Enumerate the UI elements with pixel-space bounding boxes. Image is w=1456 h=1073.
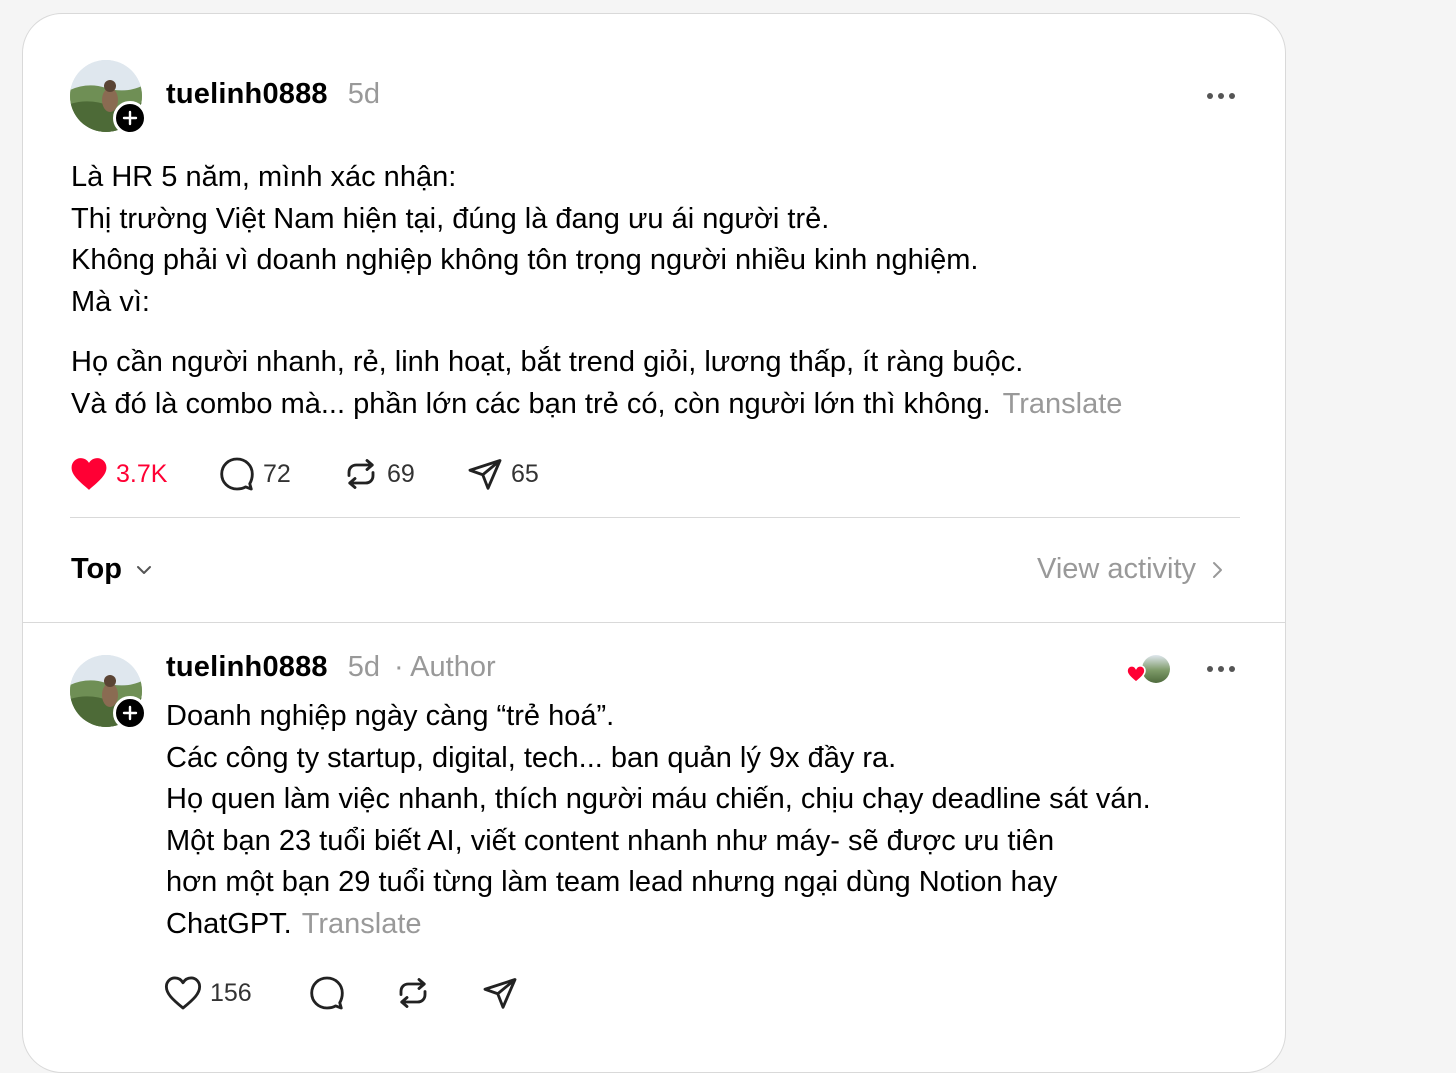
section-divider (23, 622, 1285, 623)
reply-more-options-icon[interactable] (1207, 666, 1235, 672)
reply-line: hơn một bạn 29 tuổi từng làm team lead n… (166, 866, 1058, 898)
reply-line: ChatGPT. (166, 907, 292, 940)
post-body: Là HR 5 năm, mình xác nhận: Thị trường V… (71, 157, 1251, 425)
reply-line: Các công ty startup, digital, tech... ba… (166, 741, 897, 774)
translate-link[interactable]: Translate (302, 908, 422, 940)
mini-avatar (1142, 655, 1170, 683)
liked-by-author-indicator (1126, 655, 1172, 685)
repost-icon (399, 978, 427, 1008)
reply-share-button[interactable] (482, 975, 518, 1016)
chevron-down-icon (137, 565, 151, 574)
post-line: Là HR 5 năm, mình xác nhận: (71, 161, 457, 193)
comment-button[interactable]: 72 (219, 456, 291, 492)
sort-dropdown[interactable]: Top (71, 553, 154, 586)
reply-like-count: 156 (210, 978, 252, 1007)
comment-count: 72 (263, 459, 291, 488)
like-count: 3.7K (116, 459, 168, 488)
heart-filled-icon (1126, 665, 1146, 683)
comment-icon (220, 457, 254, 491)
reply-repost-button[interactable] (395, 975, 431, 1016)
post-username[interactable]: tuelinh0888 (166, 78, 328, 111)
post-timestamp[interactable]: 5d (348, 78, 380, 111)
divider (70, 517, 1240, 518)
follow-plus-icon[interactable] (113, 101, 147, 135)
post-line: Mà vì: (71, 285, 150, 318)
share-button[interactable]: 65 (467, 456, 539, 492)
post-line: Thị trường Việt Nam hiện tại, đúng là đa… (71, 202, 830, 235)
reply-like-button[interactable]: 156 (164, 975, 252, 1011)
repost-icon (347, 459, 375, 489)
view-activity-label: View activity (1037, 553, 1197, 585)
comment-icon (310, 976, 344, 1010)
reply-line: Họ quen làm việc nhanh, thích người máu … (166, 783, 1151, 815)
heart-filled-icon (71, 458, 107, 490)
author-badge: Author (410, 651, 496, 683)
reply-comment-button[interactable] (309, 975, 345, 1016)
follow-plus-icon[interactable] (113, 696, 147, 730)
more-options-icon[interactable] (1207, 93, 1235, 99)
sort-label: Top (71, 553, 122, 585)
post-line: Họ cần người nhanh, rẻ, linh hoạt, bắt t… (71, 346, 1024, 378)
separator-dot: · (394, 651, 404, 683)
reply-timestamp[interactable]: 5d (348, 651, 380, 684)
reply-line: Một bạn 23 tuổi biết AI, viết content nh… (166, 824, 1055, 857)
translate-link[interactable]: Translate (1003, 388, 1123, 420)
send-icon (483, 978, 517, 1009)
repost-button[interactable]: 69 (343, 456, 415, 492)
post-line: Không phải vì doanh nghiệp không tôn trọ… (71, 244, 979, 276)
thread-card: tuelinh0888 5d Là HR 5 năm, mình xác nhậ… (22, 13, 1286, 1073)
heart-outline-icon (164, 976, 202, 1010)
send-icon (468, 459, 502, 490)
like-button[interactable]: 3.7K (70, 456, 167, 492)
repost-count: 69 (387, 459, 415, 488)
chevron-right-icon (1213, 561, 1223, 578)
reply-body: Doanh nghiệp ngày càng “trẻ hoá”. Các cô… (166, 696, 1246, 945)
reply-line: Doanh nghiệp ngày càng “trẻ hoá”. (166, 700, 615, 732)
reply-username[interactable]: tuelinh0888 (166, 651, 328, 684)
share-count: 65 (511, 459, 539, 488)
view-activity-link[interactable]: View activity (1037, 553, 1226, 586)
post-line: Và đó là combo mà... phần lớn các bạn tr… (71, 387, 991, 420)
